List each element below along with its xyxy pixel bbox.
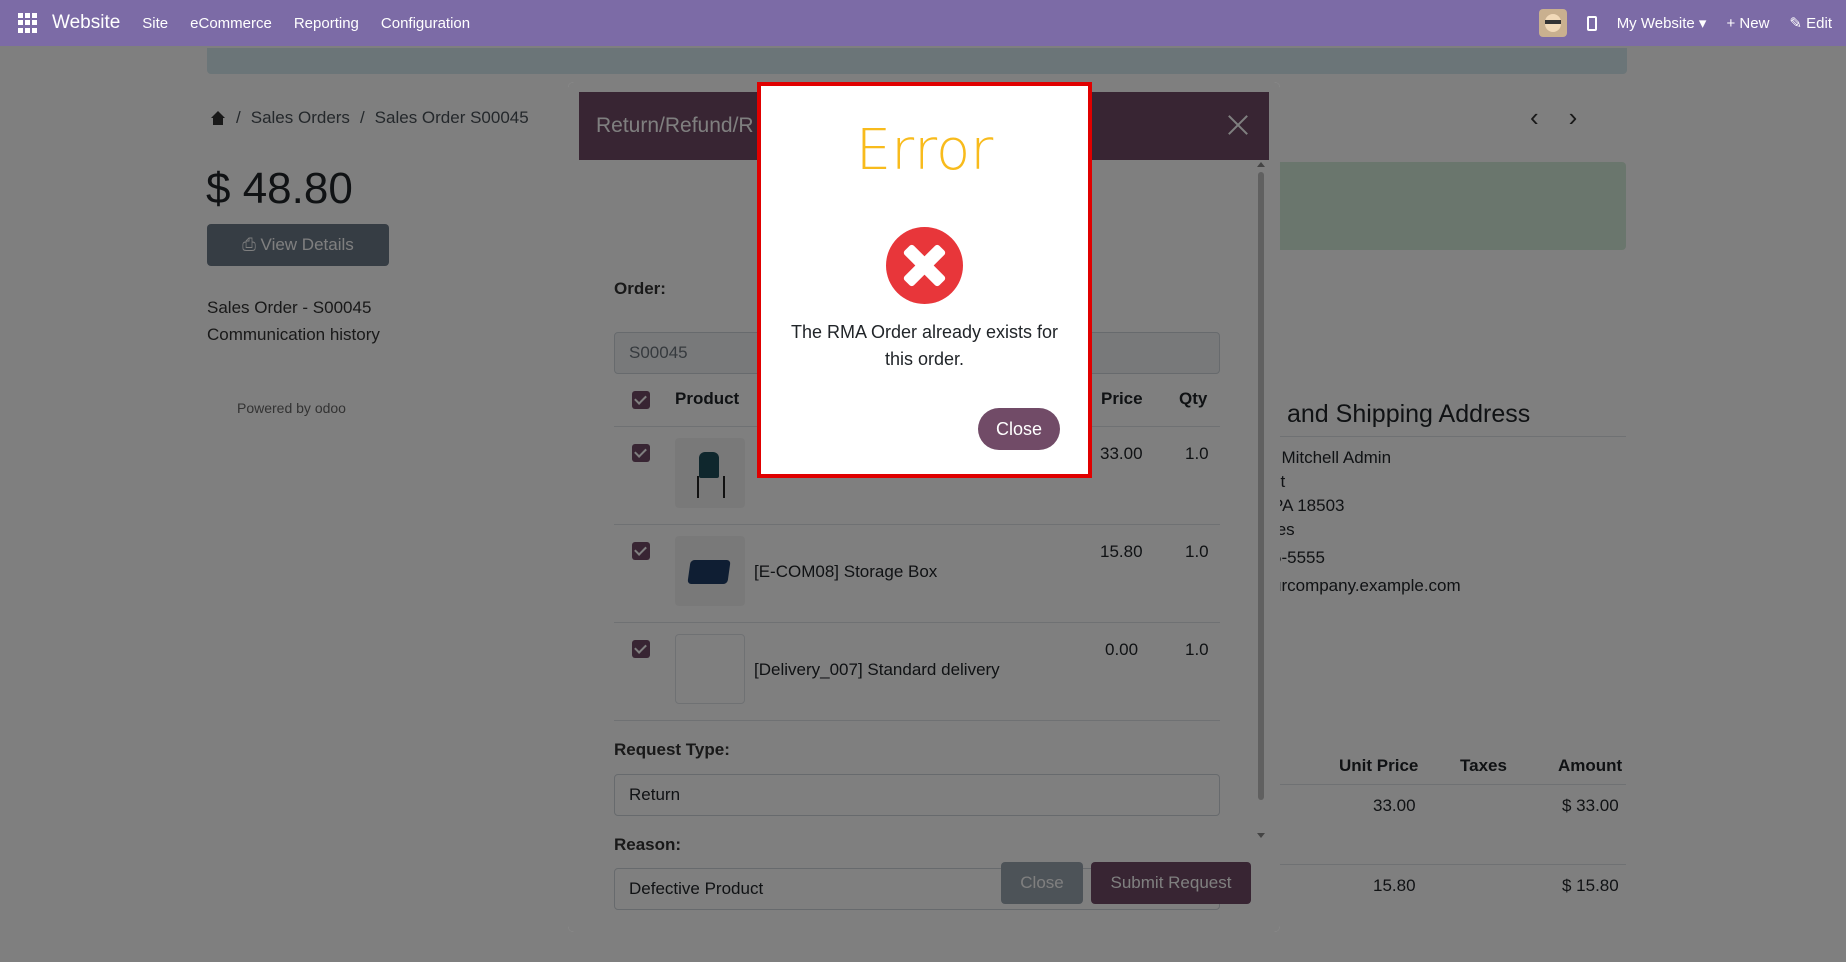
website-selector[interactable]: My Website ▾ bbox=[1617, 14, 1707, 32]
product-qty: 1.0 bbox=[1185, 542, 1209, 561]
user-avatar[interactable] bbox=[1538, 9, 1567, 37]
error-close-button[interactable]: Close bbox=[978, 408, 1060, 450]
product-image-chair bbox=[675, 438, 745, 508]
scrollbar-thumb[interactable] bbox=[1258, 172, 1264, 800]
divider bbox=[614, 720, 1220, 721]
product-image-placeholder bbox=[675, 634, 745, 704]
edit-button[interactable]: ✎ Edit bbox=[1789, 14, 1832, 32]
apps-grid-icon[interactable] bbox=[18, 13, 38, 33]
app-brand[interactable]: Website bbox=[52, 12, 120, 34]
reason-label: Reason: bbox=[614, 835, 682, 854]
divider bbox=[614, 524, 1220, 525]
new-button[interactable]: + New bbox=[1726, 15, 1769, 32]
top-navbar: Website Site eCommerce Reporting Configu… bbox=[0, 0, 1846, 46]
row-checkbox[interactable] bbox=[632, 542, 650, 560]
column-qty: Qty bbox=[1179, 389, 1208, 408]
column-product: Product bbox=[675, 389, 740, 408]
product-price: 33.00 bbox=[1100, 444, 1143, 463]
column-price: Price bbox=[1101, 389, 1143, 408]
row-checkbox[interactable] bbox=[632, 444, 650, 462]
mobile-preview-icon[interactable] bbox=[1586, 15, 1597, 31]
menu-ecommerce[interactable]: eCommerce bbox=[190, 15, 272, 32]
product-name: [E-COM08] Storage Box bbox=[754, 562, 938, 581]
order-label: Order: bbox=[614, 279, 666, 298]
menu-configuration[interactable]: Configuration bbox=[381, 15, 470, 32]
product-qty: 1.0 bbox=[1185, 444, 1209, 463]
submit-request-button[interactable]: Submit Request bbox=[1091, 862, 1251, 904]
row-checkbox[interactable] bbox=[632, 640, 650, 658]
error-title: Error bbox=[855, 118, 994, 183]
product-price: 0.00 bbox=[1105, 640, 1139, 659]
error-x-circle-icon bbox=[886, 227, 963, 304]
product-name: [Delivery_007] Standard delivery bbox=[754, 660, 1000, 679]
product-image-storage-box bbox=[675, 536, 745, 606]
product-price: 15.80 bbox=[1100, 542, 1143, 561]
error-dialog: Error The RMA Order already exists for t… bbox=[757, 82, 1092, 478]
error-message: The RMA Order already exists for this or… bbox=[790, 322, 1059, 369]
divider bbox=[614, 622, 1220, 623]
select-all-checkbox[interactable] bbox=[632, 391, 650, 409]
scroll-up-icon[interactable] bbox=[1257, 162, 1265, 167]
menu-reporting[interactable]: Reporting bbox=[294, 15, 359, 32]
modal-scrollbar[interactable] bbox=[1255, 162, 1267, 838]
request-type-label: Request Type: bbox=[614, 740, 730, 759]
menu-site[interactable]: Site bbox=[142, 15, 168, 32]
close-icon[interactable] bbox=[1223, 110, 1253, 140]
modal-title: Return/Refund/R bbox=[596, 114, 754, 137]
modal-close-button[interactable]: Close bbox=[1001, 862, 1083, 904]
product-qty: 1.0 bbox=[1185, 640, 1209, 659]
request-type-select[interactable]: Return bbox=[614, 774, 1220, 816]
scroll-down-icon[interactable] bbox=[1257, 833, 1265, 838]
